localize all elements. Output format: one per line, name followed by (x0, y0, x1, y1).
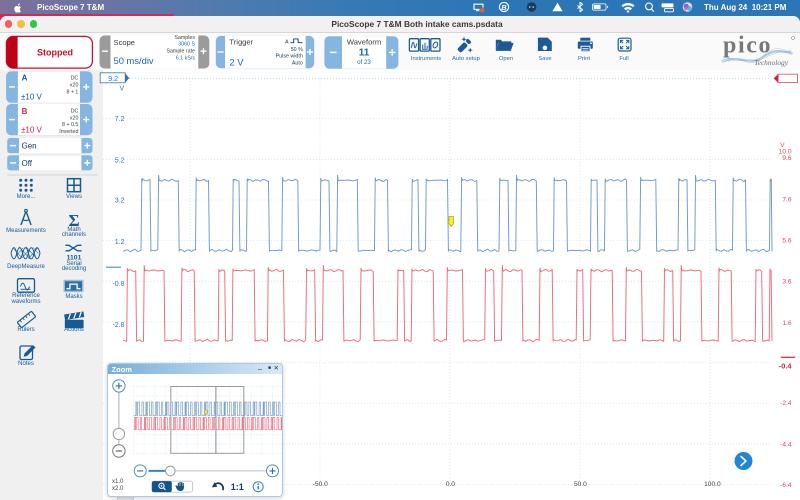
svg-text:Pulse width: Pulse width (276, 53, 303, 59)
svg-text:±10 V: ±10 V (21, 125, 43, 134)
svg-text:-0.8: -0.8 (112, 281, 124, 288)
svg-text:Auto: Auto (292, 61, 303, 67)
svg-text:50 %: 50 % (291, 47, 303, 53)
svg-text:1:1: 1:1 (230, 482, 243, 492)
svg-text:Technology: Technology (754, 58, 789, 67)
svg-text:Trigger: Trigger (229, 37, 253, 46)
svg-text:50.0: 50.0 (574, 481, 587, 488)
svg-text:8 + 0.5: 8 + 0.5 (62, 122, 78, 128)
svg-text:0.0: 0.0 (446, 481, 455, 488)
svg-text:5.2: 5.2 (115, 157, 125, 164)
svg-text:x20: x20 (70, 83, 79, 89)
svg-text:DC: DC (71, 76, 79, 82)
svg-text:-50.0: -50.0 (313, 481, 328, 488)
svg-text:3.2: 3.2 (115, 198, 125, 205)
svg-text:9.2: 9.2 (108, 76, 118, 83)
svg-text:of 23: of 23 (357, 59, 371, 66)
svg-text:Stopped: Stopped (37, 47, 73, 57)
svg-text:Sample rate: Sample rate (166, 49, 195, 55)
svg-text:Off: Off (22, 159, 33, 168)
svg-text:100.0: 100.0 (704, 481, 721, 488)
svg-text:Inverted: Inverted (59, 129, 78, 135)
svg-text:7.2: 7.2 (115, 116, 125, 123)
svg-text:7.6: 7.6 (782, 196, 791, 203)
svg-text:DC: DC (71, 109, 79, 115)
svg-text:50 ms/div: 50 ms/div (114, 55, 154, 66)
svg-text:1.2: 1.2 (115, 239, 125, 246)
svg-text:x1.0: x1.0 (112, 479, 124, 485)
svg-text:-6.4: -6.4 (780, 482, 792, 489)
svg-text:±10 V: ±10 V (21, 92, 43, 101)
svg-text:V: V (120, 86, 125, 93)
svg-text:3060 S: 3060 S (178, 42, 195, 48)
svg-text:-2.4: -2.4 (780, 400, 792, 407)
svg-text:x20: x20 (70, 115, 79, 121)
svg-text:-2.8: -2.8 (112, 322, 124, 329)
svg-text:1.6: 1.6 (782, 320, 791, 327)
svg-text:Gen: Gen (22, 142, 37, 151)
svg-text:B: B (22, 107, 28, 116)
svg-text:x2.0: x2.0 (112, 485, 124, 491)
svg-text:-0.4: -0.4 (779, 361, 793, 370)
svg-text:-4.4: -4.4 (780, 441, 792, 448)
svg-text:9.6: 9.6 (782, 155, 791, 162)
svg-text:A: A (285, 40, 289, 46)
svg-text:6.1 kS/s: 6.1 kS/s (176, 55, 195, 61)
svg-text:A: A (22, 73, 28, 82)
svg-text:3.6: 3.6 (782, 279, 791, 286)
svg-text:Samples: Samples (174, 35, 195, 41)
svg-text:8 + 1: 8 + 1 (66, 90, 78, 96)
svg-text:Scope: Scope (114, 38, 136, 47)
svg-text:11: 11 (359, 48, 370, 59)
svg-text:5.6: 5.6 (782, 238, 791, 245)
svg-text:2 V: 2 V (229, 56, 244, 67)
svg-text:Waveform: Waveform (347, 38, 381, 47)
